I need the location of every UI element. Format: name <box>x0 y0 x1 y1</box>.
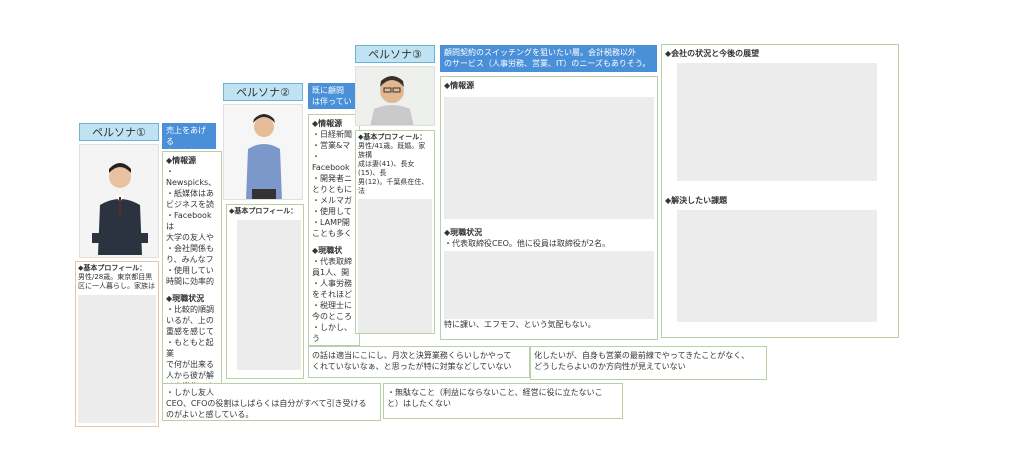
persona2-photo <box>223 104 303 200</box>
persona2-info-text: ・日経新聞 ・営業&マ ・Facebook ・開発者ニ とりともに ・メルマガ … <box>312 130 352 238</box>
persona1-info-title: ◆情報源 <box>166 156 197 165</box>
persona4-company-title: ◆会社の状況と今後の展望 <box>665 49 760 58</box>
persona1-info-text: ・Newspicks、 ・紙媒体はあ ビジネスを読 ・Facebookは 大学の… <box>166 167 217 286</box>
persona1-label: ペルソナ① <box>79 123 159 141</box>
persona3-bottom-text: 化したいが、自身も営業の最前線でやってきたことがなく、 どうしたらよいのか方向性… <box>534 351 750 371</box>
persona3-profile-text: 男性/41歳。既婚。家族構 成は妻(41)、長女(15)、長 男(12)。千葉県… <box>358 142 429 195</box>
persona1-profile-card: ◆基本プロフィール： 男性/28歳。東京都目黒 区に一人暮らし。家族は <box>75 261 159 427</box>
persona2-status-text: ・代表取締 員1人、開 ・人事労務 をそれほど ・税理士に 今のところ ・しかし… <box>312 257 352 343</box>
persona1-bottom-text: ・しかし友人 CEO、CFOの役割はしばらくは自分がすべて引き受ける のがよいと… <box>166 388 367 419</box>
persona3-label: ペルソナ③ <box>355 45 435 63</box>
persona4-company-redacted <box>677 63 877 181</box>
persona2-problem-text: ・無駄なこと（利益にならないこと、経営に役に立たないこ と）はしたくない <box>387 388 603 408</box>
persona4-card: ◆会社の状況と今後の展望 ◆解決したい課題 <box>661 44 899 338</box>
persona2-bottom-card: の話は適当にこにし、月次と決算業務くらいしかやって くれていないなぁ、と思ったが… <box>308 346 530 378</box>
persona4-issues-title: ◆解決したい課題 <box>665 196 728 205</box>
persona1-bottom-card: ・しかし友人 CEO、CFOの役割はしばらくは自分がすべて引き受ける のがよいと… <box>162 383 381 421</box>
persona3-status-redacted <box>444 251 654 319</box>
persona2-bottom-text: の話は適当にこにし、月次と決算業務くらいしかやって くれていないなぁ、と思ったが… <box>312 351 512 371</box>
persona1-detail-card: ◆情報源 ・Newspicks、 ・紙媒体はあ ビジネスを読 ・Facebook… <box>162 151 222 421</box>
persona2-problem-card: ・無駄なこと（利益にならないこと、経営に役に立たないこ と）はしたくない <box>383 383 623 419</box>
persona2-status-title: ◆現職状 <box>312 246 343 255</box>
persona3-info-redacted <box>444 97 654 219</box>
persona3-photo <box>355 66 435 126</box>
persona2-profile-title: ◆基本プロフィール： <box>229 207 298 215</box>
persona3-profile-title: ◆基本プロフィール： <box>358 133 427 141</box>
persona3-bottom-card: 化したいが、自身も営業の最前線でやってきたことがなく、 どうしたらよいのか方向性… <box>530 346 767 380</box>
persona3-header: 顧問契約のスイッチングを狙いたい層。会計税務以外 のサービス（人事労務、営業、I… <box>440 45 657 72</box>
persona2-profile-card: ◆基本プロフィール： <box>226 204 304 379</box>
persona1-header: 売上をあげる ふことについ <box>162 123 216 149</box>
persona2-profile-redacted <box>237 220 301 370</box>
persona1-profile-text: 男性/28歳。東京都目黒 区に一人暮らし。家族は <box>78 273 155 290</box>
persona2-detail-card: ◆情報源 ・日経新聞 ・営業&マ ・Facebook ・開発者ニ とりともに ・… <box>308 114 360 346</box>
persona1-status-title: ◆現職状況 <box>166 294 205 303</box>
persona3-profile-redacted <box>358 199 432 333</box>
persona3-detail-card: ◆情報源 ◆現職状況 ・代表取締役CEO。他に役員は取締役が2名。 特に課い、エ… <box>440 76 658 340</box>
persona1-profile-redacted <box>78 295 156 423</box>
persona2-label: ペルソナ② <box>223 83 303 101</box>
persona2-header: 既に顧問 は伴ってい <box>308 83 356 109</box>
persona2-info-title: ◆情報源 <box>312 119 343 128</box>
persona3-info-title: ◆情報源 <box>444 81 475 90</box>
persona3-profile-card: ◆基本プロフィール： 男性/41歳。既婚。家族構 成は妻(41)、長女(15)、… <box>355 130 435 334</box>
persona3-status-title: ◆現職状況 <box>444 228 483 237</box>
persona1-photo <box>79 144 159 258</box>
persona4-issues-redacted <box>677 210 877 322</box>
persona1-profile-title: ◆基本プロフィール： <box>78 264 147 272</box>
persona3-status-last: 特に課い、エフモフ、という気配もない。 <box>444 320 596 329</box>
persona3-status-first: ・代表取締役CEO。他に役員は取締役が2名。 <box>444 239 611 248</box>
